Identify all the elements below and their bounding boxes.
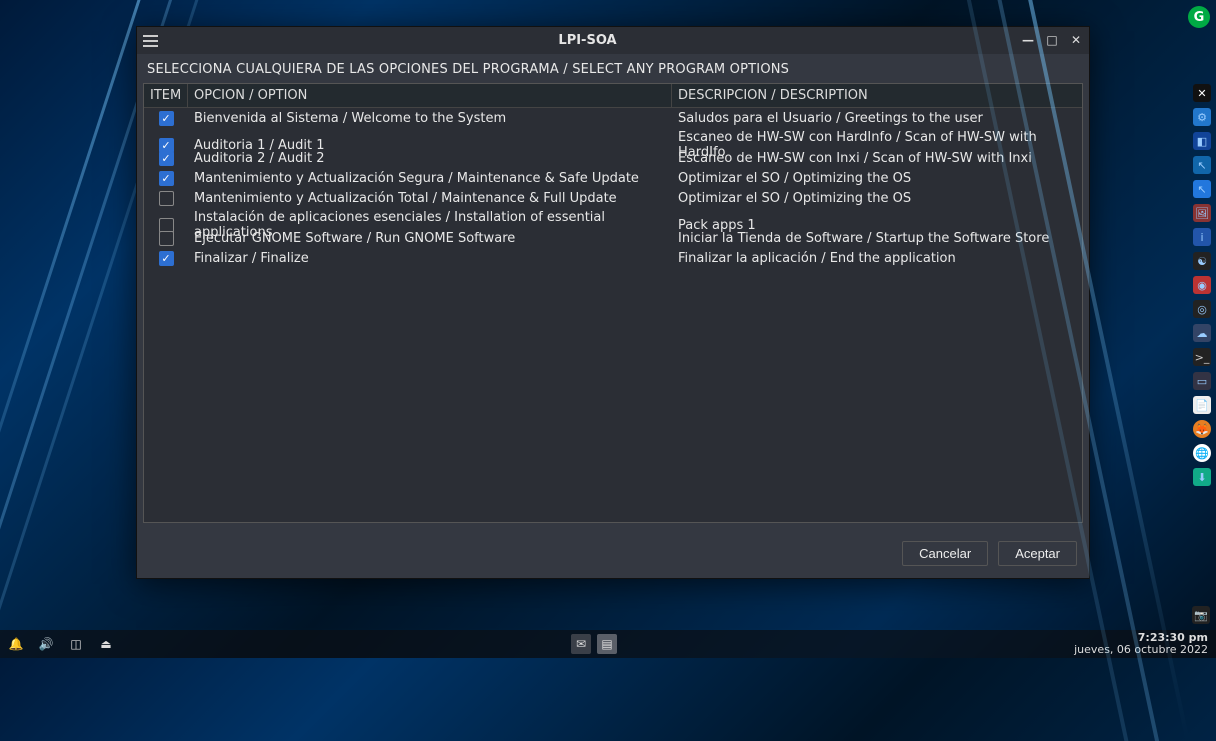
volume-icon[interactable]: 🔊 (38, 636, 54, 652)
cancel-button[interactable]: Cancelar (902, 541, 988, 566)
workspaces-icon[interactable]: ◫ (68, 636, 84, 652)
col-item[interactable]: ITEM (144, 84, 188, 107)
maximize-button[interactable]: □ (1045, 34, 1059, 48)
option-cell: Mantenimiento y Actualización Segura / M… (188, 169, 672, 188)
description-cell: Finalizar la aplicación / End the applic… (672, 249, 1082, 268)
close-button[interactable]: ✕ (1069, 34, 1083, 48)
checkbox[interactable] (159, 151, 174, 166)
table-header: ITEM OPCION / OPTION DESCRIPCION / DESCR… (144, 84, 1082, 108)
dialog-window: LPI-SOA — □ ✕ SELECCIONA CUALQUIERA DE L… (136, 26, 1090, 579)
button-bar: Cancelar Aceptar (137, 531, 1089, 578)
dock-icon[interactable]: 🖼 (1193, 204, 1211, 222)
instruction-text: SELECCIONA CUALQUIERA DE LAS OPCIONES DE… (137, 54, 1089, 83)
description-cell: Optimizar el SO / Optimizing the OS (672, 189, 1082, 208)
description-cell: Optimizar el SO / Optimizing the OS (672, 169, 1082, 188)
table-row[interactable]: Mantenimiento y Actualización Segura / M… (144, 168, 1082, 188)
dock-icon[interactable]: ◧ (1193, 132, 1211, 150)
dock-icon[interactable]: ✕ (1193, 84, 1211, 102)
dock-icon[interactable]: ◉ (1193, 276, 1211, 294)
options-table: ITEM OPCION / OPTION DESCRIPCION / DESCR… (143, 83, 1083, 523)
option-cell: Ejecutar GNOME Software / Run GNOME Soft… (188, 229, 672, 248)
col-option[interactable]: OPCION / OPTION (188, 84, 672, 107)
dock-icon[interactable]: ☁ (1193, 324, 1211, 342)
titlebar[interactable]: LPI-SOA — □ ✕ (137, 27, 1089, 54)
taskbar[interactable]: 🔔 🔊 ◫ ⏏ ✉ ▤ 7:23:30 pm jueves, 06 octubr… (0, 630, 1216, 658)
table-row[interactable]: Mantenimiento y Actualización Total / Ma… (144, 188, 1082, 208)
table-row[interactable]: Bienvenida al Sistema / Welcome to the S… (144, 108, 1082, 128)
dock-icon[interactable]: i (1193, 228, 1211, 246)
checkbox[interactable] (159, 191, 174, 206)
col-description[interactable]: DESCRIPCION / DESCRIPTION (672, 84, 1082, 107)
right-dock: ✕ ⚙ ◧ ↖ ↖ 🖼 i ☯ ◉ ◎ ☁ >_ ▭ 📄 🦊 🌐 ⬇ (1192, 84, 1212, 486)
accept-button[interactable]: Aceptar (998, 541, 1077, 566)
dock-icon[interactable]: ☯ (1193, 252, 1211, 270)
minimize-button[interactable]: — (1021, 34, 1035, 48)
dock-icon[interactable]: ▭ (1193, 372, 1211, 390)
checkbox[interactable] (159, 251, 174, 266)
option-cell: Mantenimiento y Actualización Total / Ma… (188, 189, 672, 208)
description-cell: Iniciar la Tienda de Software / Startup … (672, 229, 1082, 248)
table-row[interactable]: Auditoria 2 / Audit 2Escaneo de HW-SW co… (144, 148, 1082, 168)
description-cell: Saludos para el Usuario / Greetings to t… (672, 109, 1082, 128)
dock-icon[interactable]: 📷 (1192, 606, 1210, 624)
checkbox[interactable] (159, 171, 174, 186)
taskbar-clock[interactable]: 7:23:30 pm jueves, 06 octubre 2022 (1074, 632, 1208, 656)
description-cell: Escaneo de HW-SW con Inxi / Scan of HW-S… (672, 149, 1082, 168)
hamburger-icon[interactable] (143, 35, 158, 47)
dock-icon[interactable]: ⬇ (1193, 468, 1211, 486)
taskbar-app-active[interactable]: ▤ (597, 634, 617, 654)
dock-icon[interactable]: ⚙ (1193, 108, 1211, 126)
checkbox[interactable] (159, 231, 174, 246)
table-row[interactable]: Finalizar / FinalizeFinalizar la aplicac… (144, 248, 1082, 268)
option-cell: Auditoria 2 / Audit 2 (188, 149, 672, 168)
dock-icon[interactable]: 📄 (1193, 396, 1211, 414)
show-desktop-icon[interactable]: ⏏ (98, 636, 114, 652)
window-title: LPI-SOA (164, 33, 1011, 48)
dock-icon[interactable]: 🌐 (1193, 444, 1211, 462)
clock-date: jueves, 06 octubre 2022 (1074, 644, 1208, 656)
table-row[interactable]: Ejecutar GNOME Software / Run GNOME Soft… (144, 228, 1082, 248)
option-cell: Bienvenida al Sistema / Welcome to the S… (188, 109, 672, 128)
table-row[interactable]: Instalación de aplicaciones esenciales /… (144, 208, 1082, 228)
taskbar-app[interactable]: ✉ (571, 634, 591, 654)
dock-icon[interactable]: ↖ (1193, 156, 1211, 174)
option-cell: Finalizar / Finalize (188, 249, 672, 268)
table-row[interactable]: Auditoria 1 / Audit 1Escaneo de HW-SW co… (144, 128, 1082, 148)
notifications-icon[interactable]: 🔔 (8, 636, 24, 652)
dock-icon[interactable]: ◎ (1193, 300, 1211, 318)
corner-badge-icon[interactable]: G (1188, 6, 1210, 28)
dock-icon[interactable]: ↖ (1193, 180, 1211, 198)
dock-icon[interactable]: >_ (1193, 348, 1211, 366)
checkbox[interactable] (159, 111, 174, 126)
dock-icon[interactable]: 🦊 (1193, 420, 1211, 438)
